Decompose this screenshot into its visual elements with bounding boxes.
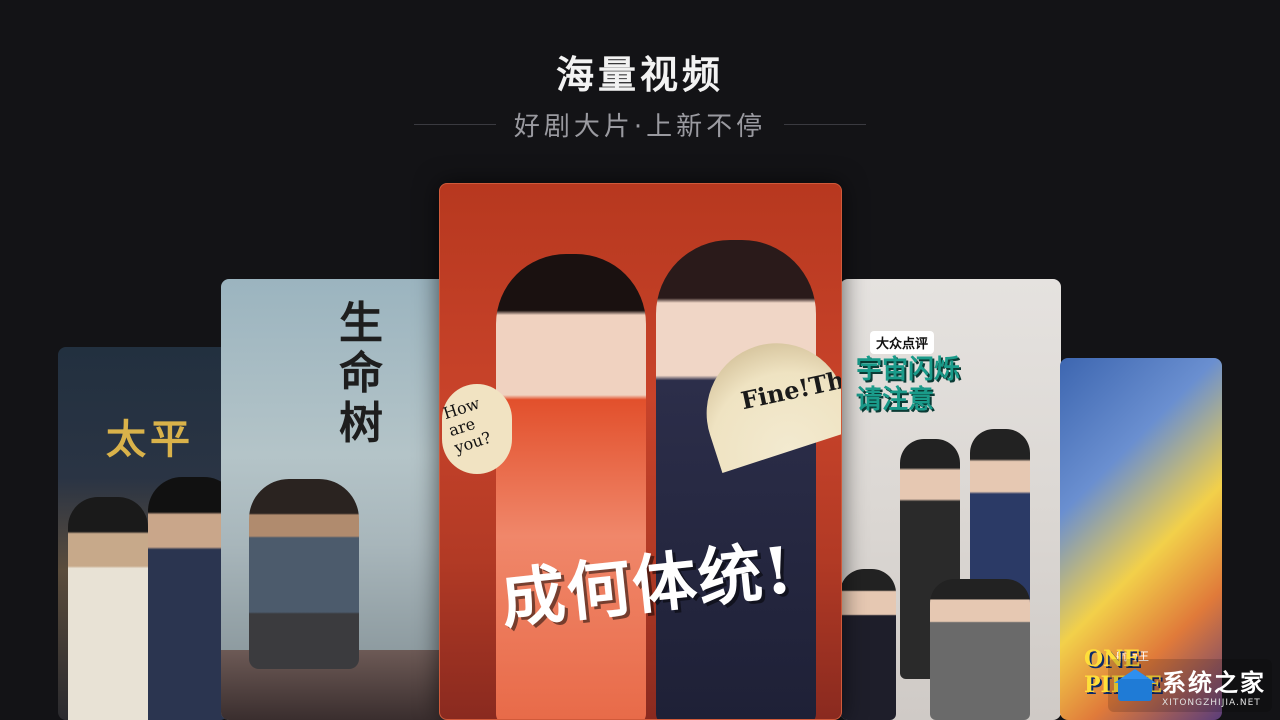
site-watermark: 系统之家 XITONGZHIJIA.NET (1108, 659, 1272, 712)
poster-figure (68, 497, 148, 720)
poster-figure (656, 240, 816, 719)
watermark-sub: XITONGZHIJIA.NET (1162, 698, 1261, 708)
poster-card-taiping[interactable]: 太平 (58, 347, 228, 720)
poster-card-featured[interactable]: Fine!Tha How are you? 成何体统! (439, 183, 842, 720)
poster-title: 宇宙闪烁请注意 (856, 355, 961, 415)
poster-title: 生命树 (339, 298, 383, 449)
divider-right (784, 123, 867, 125)
page-subtitle: 好剧大片·上新不停 (513, 111, 767, 142)
poster-figure (496, 254, 646, 719)
subtitle-row: 好剧大片·上新不停 (0, 104, 1280, 144)
watermark-main: 系统之家 (1162, 669, 1266, 697)
poster-title: 太平 (106, 416, 194, 463)
poster-figure (148, 477, 228, 720)
page-title: 海量视频 (555, 53, 724, 97)
house-logo-icon (1114, 668, 1156, 703)
poster-figure (840, 569, 896, 720)
brand-badge: 大众点评 (870, 331, 935, 354)
poster-card-variety-show[interactable]: 大众点评 宇宙闪烁请注意 (840, 279, 1061, 720)
brand-label: 大众点评 (876, 337, 929, 352)
poster-card-shengmingshu[interactable]: 生命树 (221, 279, 451, 720)
divider-left (413, 123, 496, 125)
poster-figure (249, 479, 359, 669)
poster-figure (930, 579, 1030, 720)
